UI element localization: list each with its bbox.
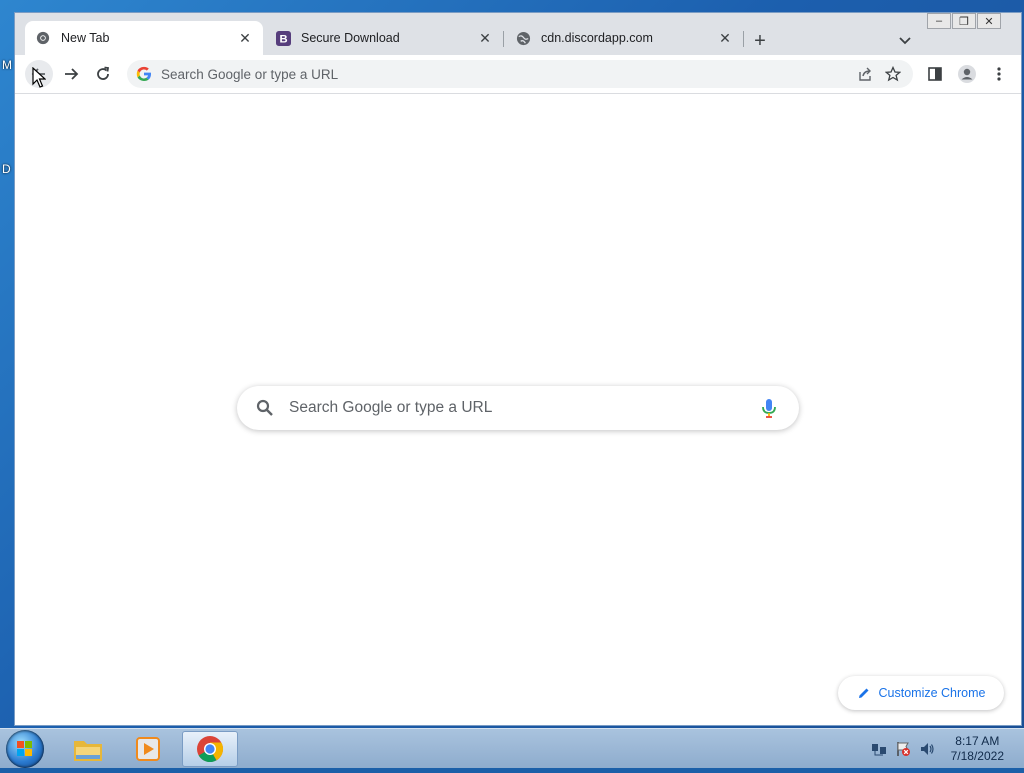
media-player-icon (136, 737, 160, 761)
toolbar: Search Google or type a URL (15, 55, 1021, 94)
pencil-icon (858, 688, 868, 698)
svg-text:B: B (279, 33, 287, 45)
volume-icon[interactable] (918, 740, 936, 758)
tab-title: New Tab (61, 31, 110, 45)
menu-button[interactable] (985, 60, 1013, 88)
mouse-pointer-icon (32, 67, 46, 88)
close-tab-icon[interactable]: ✕ (717, 30, 733, 46)
customize-chrome-button[interactable]: Customize Chrome (838, 676, 1004, 710)
close-tab-icon[interactable]: ✕ (477, 30, 493, 46)
folder-icon (74, 741, 102, 761)
search-icon (256, 399, 273, 416)
tab-cdn-discordapp[interactable]: cdn.discordapp.com ✕ (505, 21, 743, 55)
taskbar-chrome[interactable] (182, 731, 238, 767)
clock-time: 8:17 AM (955, 734, 1000, 748)
clock-date: 7/18/2022 (950, 749, 1004, 763)
tab-divider (503, 31, 504, 47)
google-g-icon (136, 66, 151, 81)
tab-title: cdn.discordapp.com (541, 31, 653, 45)
close-tab-icon[interactable]: ✕ (237, 30, 253, 46)
tab-strip: – ❐ ✕ New Tab ✕ B Secure Download ✕ cdn.… (15, 13, 1021, 55)
plus-icon: + (754, 29, 766, 52)
side-panel-icon (928, 67, 942, 81)
customize-chrome-label: Customize Chrome (878, 686, 986, 700)
profile-avatar-icon (958, 65, 976, 83)
network-icon[interactable] (870, 740, 888, 758)
address-bar[interactable]: Search Google or type a URL (127, 60, 913, 88)
profile-button[interactable] (953, 60, 981, 88)
bootstrap-b-icon: B (275, 30, 291, 46)
tab-new-tab[interactable]: New Tab ✕ (25, 21, 263, 55)
ntp-search-box[interactable]: Search Google or type a URL (237, 386, 799, 430)
desktop-icon-label[interactable]: M (2, 58, 12, 72)
tab-title: Secure Download (301, 31, 400, 45)
ntp-search-placeholder: Search Google or type a URL (289, 399, 493, 416)
chrome-window: – ❐ ✕ New Tab ✕ B Secure Download ✕ cdn.… (14, 12, 1022, 726)
forward-button[interactable] (57, 60, 85, 88)
system-clock[interactable]: 8:17 AM 7/18/2022 (951, 734, 1004, 764)
desktop-icon-label[interactable]: D (2, 162, 11, 176)
action-center-flag-icon[interactable] (894, 740, 912, 758)
globe-icon (515, 30, 531, 46)
restore-button[interactable]: ❐ (952, 13, 976, 29)
close-window-button[interactable]: ✕ (977, 13, 1001, 29)
forward-arrow-icon (65, 68, 79, 80)
taskbar: 8:17 AM 7/18/2022 (0, 728, 1024, 768)
side-panel-button[interactable] (921, 60, 949, 88)
windows-logo-icon (17, 741, 32, 756)
address-bar-placeholder: Search Google or type a URL (161, 66, 339, 82)
tab-divider (743, 31, 744, 47)
reload-icon (97, 66, 110, 80)
microphone-icon[interactable] (757, 396, 781, 420)
chevron-down-icon (899, 37, 911, 45)
tab-secure-download[interactable]: B Secure Download ✕ (265, 21, 503, 55)
bookmark-star-icon[interactable] (879, 60, 907, 88)
chrome-icon (35, 30, 51, 46)
share-icon[interactable] (851, 60, 879, 88)
kebab-menu-icon (997, 67, 1001, 81)
tab-search-button[interactable] (893, 30, 917, 52)
window-controls: – ❐ ✕ (926, 13, 1001, 31)
taskbar-media-player[interactable] (120, 731, 176, 767)
taskbar-explorer[interactable] (60, 731, 116, 767)
new-tab-button[interactable]: + (748, 29, 772, 53)
chrome-icon (197, 736, 224, 763)
reload-button[interactable] (89, 60, 117, 88)
start-button[interactable] (6, 730, 44, 768)
system-tray: 8:17 AM 7/18/2022 (867, 729, 1024, 769)
minimize-button[interactable]: – (927, 13, 951, 29)
